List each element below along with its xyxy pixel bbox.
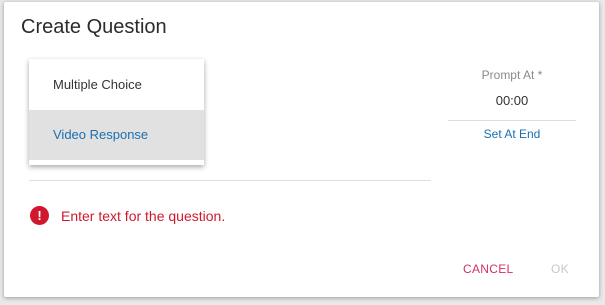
error-text: Enter text for the question. [61, 207, 226, 224]
dialog-title: Create Question [21, 16, 167, 38]
prompt-at-label: Prompt At * [481, 68, 543, 82]
question-input-underline [29, 180, 431, 181]
error-message: ! Enter text for the question. [30, 206, 225, 225]
question-type-menu: Multiple Choice Video Response [29, 59, 204, 165]
menu-item-video-response[interactable]: Video Response [29, 110, 204, 160]
prompt-at-underline [448, 120, 576, 121]
set-at-end-button[interactable]: Set At End [448, 127, 576, 141]
create-question-dialog: Create Question Multiple Choice Video Re… [4, 2, 599, 297]
ok-button[interactable]: OK [551, 262, 569, 276]
error-exclamation-icon: ! [30, 206, 49, 225]
cancel-button[interactable]: CANCEL [463, 262, 513, 276]
menu-item-multiple-choice[interactable]: Multiple Choice [29, 59, 204, 110]
prompt-at-input[interactable]: 00:00 [448, 93, 576, 108]
